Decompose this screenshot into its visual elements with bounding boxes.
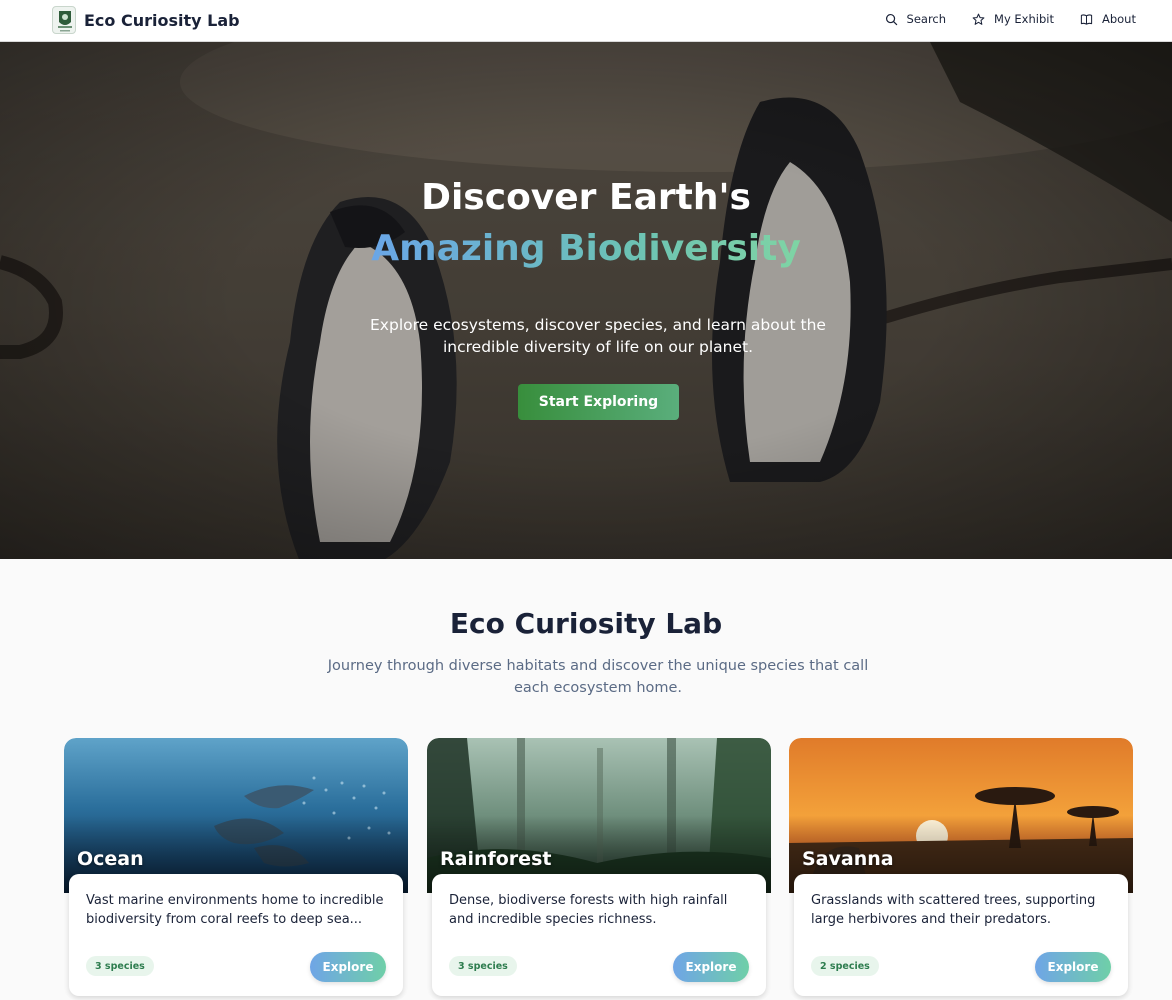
nav-my-exhibit[interactable]: My Exhibit	[972, 12, 1054, 26]
brand[interactable]: Eco Curiosity Lab	[52, 6, 240, 34]
hero-title-line1: Discover Earth's	[421, 177, 751, 218]
card-title-ocean: Ocean	[77, 848, 144, 870]
ecosystem-card-ocean[interactable]: Ocean Vast marine environments home to i…	[64, 738, 408, 1000]
species-count-badge-savanna: 2 species	[811, 956, 879, 976]
explore-button-rainforest[interactable]: Explore	[673, 952, 749, 982]
nav-about-label: About	[1101, 12, 1136, 26]
nav-search[interactable]: Search	[885, 12, 947, 26]
start-exploring-button[interactable]: Start Exploring	[518, 384, 679, 420]
book-icon	[1080, 13, 1093, 25]
brand-name: Eco Curiosity Lab	[84, 10, 240, 30]
card-body-rainforest: Dense, biodiverse forests with high rain…	[432, 874, 766, 996]
card-body-ocean: Vast marine environments home to incredi…	[69, 874, 403, 996]
nav-my-exhibit-label: My Exhibit	[994, 12, 1054, 26]
section-title: Eco Curiosity Lab	[449, 607, 723, 640]
hero-title-line2: Amazing Biodiversity	[0, 228, 1172, 269]
nav-about[interactable]: About	[1080, 12, 1136, 26]
card-description-rainforest: Dense, biodiverse forests with high rain…	[449, 893, 728, 927]
explore-button-savanna[interactable]: Explore	[1035, 952, 1111, 982]
section-subtitle: Journey through diverse habitats and dis…	[327, 658, 869, 696]
star-icon	[972, 13, 985, 25]
eco-lab-logo-icon	[52, 6, 76, 34]
species-count-badge-rainforest: 3 species	[449, 956, 517, 976]
hero-banner: Discover Earth's Amazing Biodiversity Ex…	[0, 42, 1172, 559]
card-description-ocean: Vast marine environments home to incredi…	[86, 893, 384, 927]
hero-content: Discover Earth's Amazing Biodiversity Ex…	[0, 42, 1172, 559]
ecosystem-card-savanna[interactable]: Savanna Grasslands with scattered trees,…	[789, 738, 1133, 1000]
ecosystem-card-rainforest[interactable]: Rainforest Dense, biodiverse forests wit…	[427, 738, 771, 1000]
hero-subtitle: Explore ecosystems, discover species, an…	[370, 316, 826, 356]
hero-title-gradient-text: Amazing Biodiversity	[371, 228, 801, 269]
explore-button-ocean[interactable]: Explore	[310, 952, 386, 982]
card-body-savanna: Grasslands with scattered trees, support…	[794, 874, 1128, 996]
search-icon	[885, 13, 897, 25]
nav-links: Search My Exhibit About	[885, 12, 1136, 26]
card-title-rainforest: Rainforest	[440, 848, 552, 870]
species-count-badge-ocean: 3 species	[86, 956, 154, 976]
top-navbar: Eco Curiosity Lab Search My Exhibit Abou…	[0, 0, 1172, 42]
card-description-savanna: Grasslands with scattered trees, support…	[811, 893, 1096, 927]
card-title-savanna: Savanna	[802, 848, 894, 870]
nav-search-label: Search	[906, 12, 947, 26]
